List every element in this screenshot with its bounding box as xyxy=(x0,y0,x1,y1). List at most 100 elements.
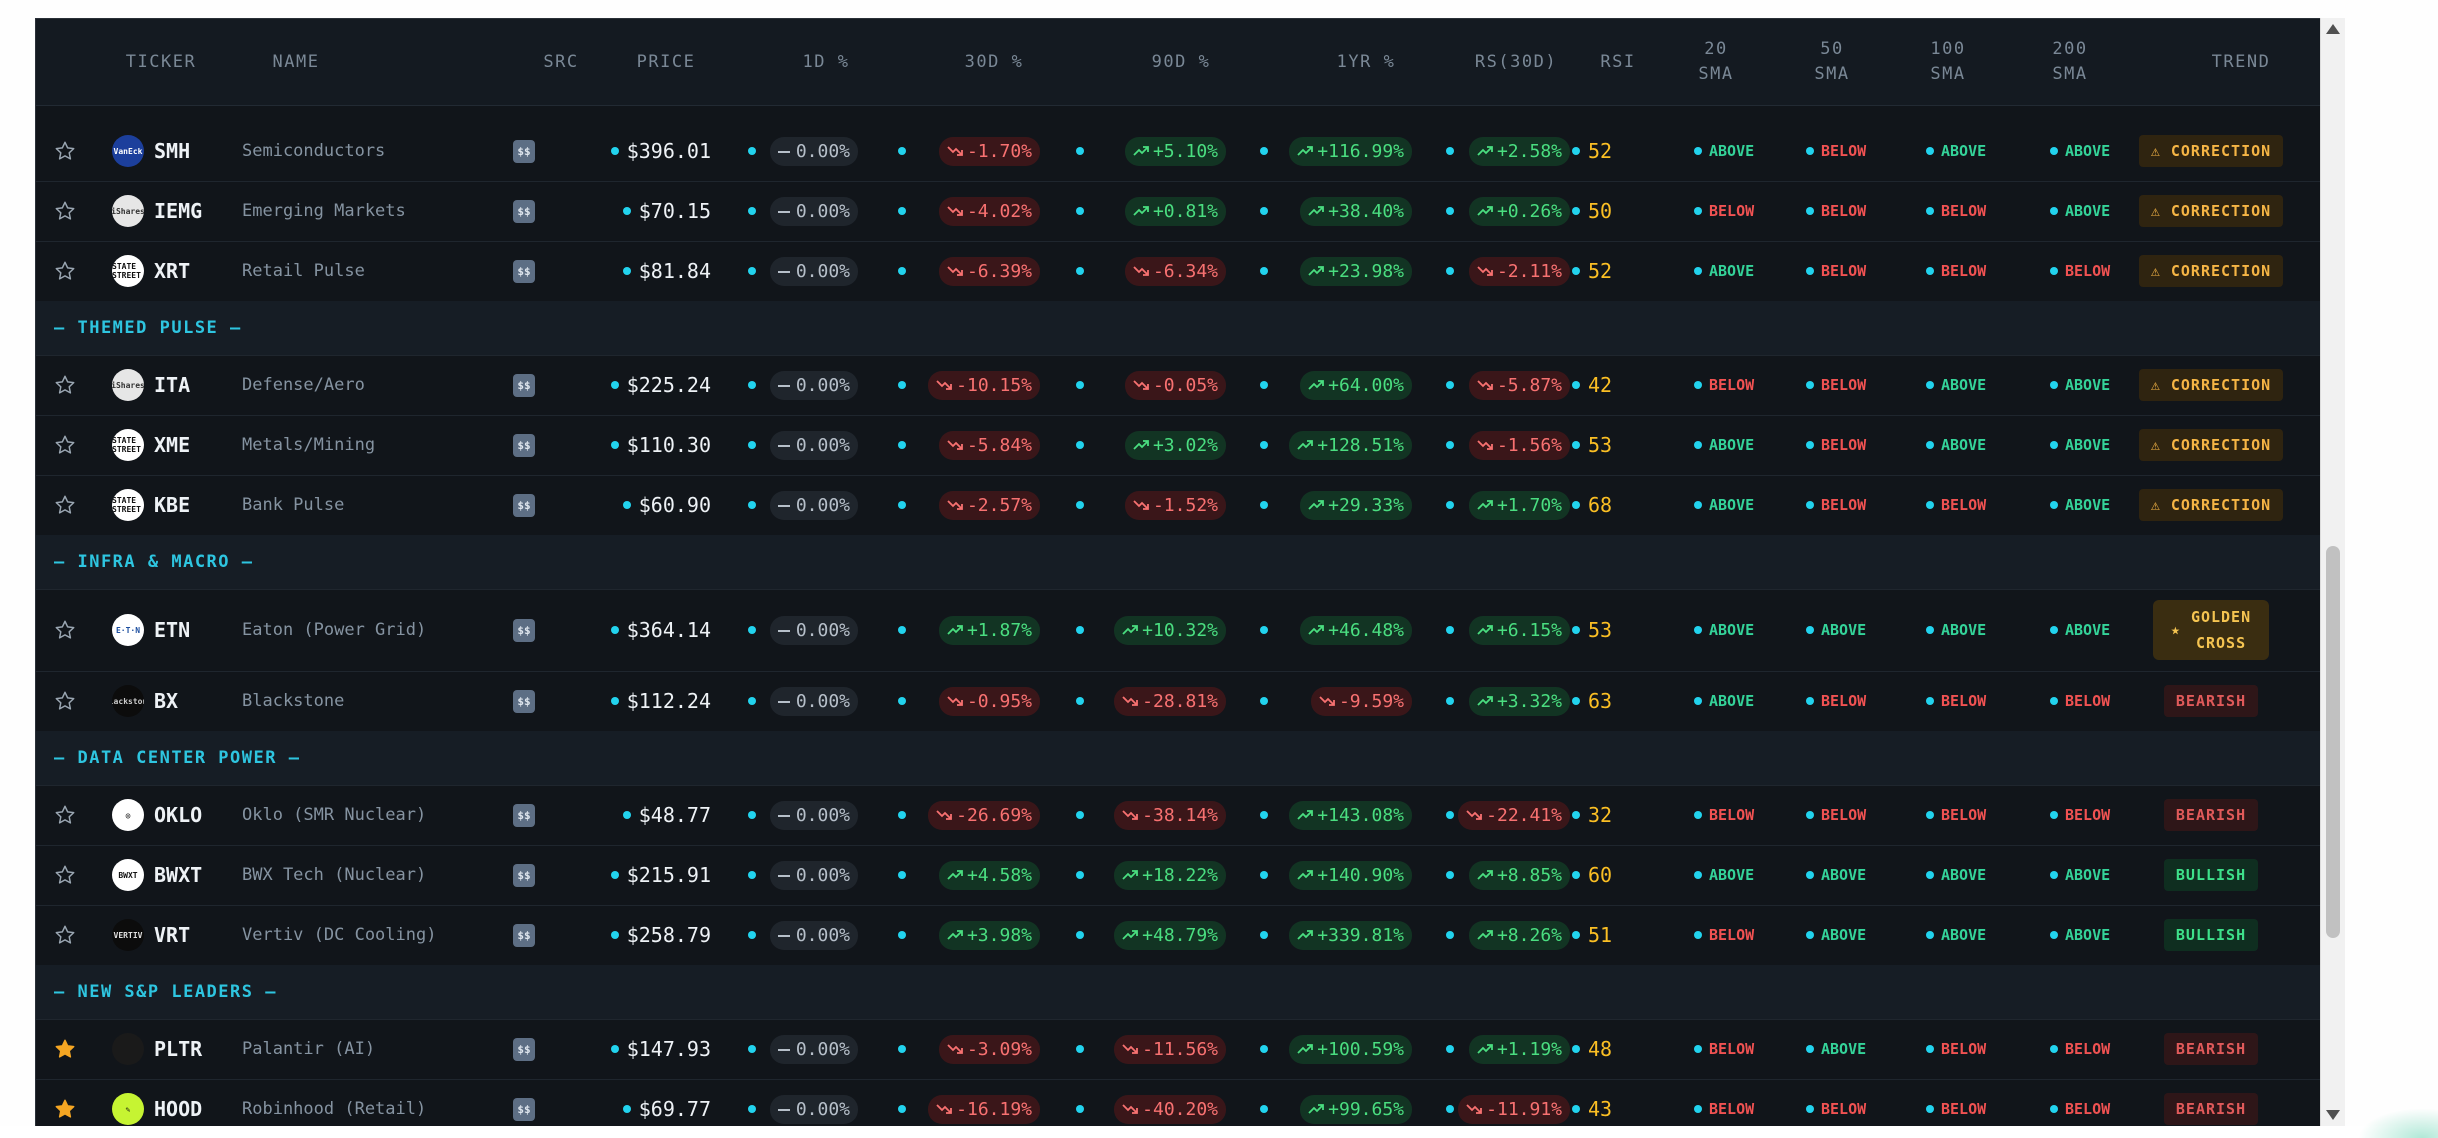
table-row[interactable]: PLTR Palantir (AI) $$ $147.93 0.00% -3.09% -11… xyxy=(36,1019,2320,1080)
table-row[interactable]: ✎ HOOD Robinhood (Retail) $$ $69.77 0.00% -16.… xyxy=(36,1079,2320,1127)
table-row[interactable]: VERTIV VRT Vertiv (DC Cooling) $$ $258.79 0.0… xyxy=(36,905,2320,966)
ticker-symbol[interactable]: XME xyxy=(154,415,234,475)
source-badge[interactable]: $$ xyxy=(513,1037,535,1061)
source-badge[interactable]: $$ xyxy=(513,259,535,283)
table-row[interactable]: STATE STREET XME Metals/Mining $$ $110.30 0.0… xyxy=(36,415,2320,476)
source-badge[interactable]: $$ xyxy=(513,863,535,887)
ticker-symbol[interactable]: BX xyxy=(154,671,234,731)
live-indicator-dot xyxy=(2050,697,2058,705)
table-row[interactable]: BWXT BWXT BWX Tech (Nuclear) $$ $215.91 0.00%… xyxy=(36,845,2320,906)
live-indicator-dot xyxy=(610,147,619,155)
sma-status-sma100: ABOVE xyxy=(1926,905,1986,965)
column-header-0[interactable]: TICKER xyxy=(106,19,216,105)
column-header-3[interactable]: PRICE xyxy=(626,19,706,105)
live-indicator-dot xyxy=(1572,1045,1580,1053)
sma-status-text: BELOW xyxy=(1941,262,1987,280)
ticker-symbol[interactable]: OKLO xyxy=(154,785,234,845)
ticker-symbol[interactable]: KBE xyxy=(154,475,234,535)
favorite-star-icon[interactable] xyxy=(53,845,77,905)
column-header-8[interactable]: RS(30D) xyxy=(1456,19,1576,105)
sma-status-text: ABOVE xyxy=(2065,496,2111,514)
column-header-14[interactable]: TREND xyxy=(2156,19,2320,105)
column-header-9[interactable]: RSI xyxy=(1588,19,1648,105)
table-row[interactable]: E·T·N ETN Eaton (Power Grid) $$ $364.14 0.00%… xyxy=(36,589,2320,672)
sma-status-text: BELOW xyxy=(1821,376,1867,394)
security-name: Metals/Mining xyxy=(242,435,376,455)
source-badge[interactable]: $$ xyxy=(513,689,535,713)
change-pill-d30: -6.39% xyxy=(938,256,1040,286)
favorite-star-icon[interactable] xyxy=(53,589,77,671)
favorite-star-icon[interactable] xyxy=(53,415,77,475)
change-pill-d1: 0.00% xyxy=(769,615,858,645)
column-header-1[interactable]: NAME xyxy=(236,19,356,105)
source-cell: $$ xyxy=(508,355,540,415)
source-badge[interactable]: $$ xyxy=(513,493,535,517)
column-header-7[interactable]: 1YR % xyxy=(1276,19,1456,105)
favorite-star-filled-icon[interactable] xyxy=(53,1019,77,1079)
source-badge[interactable]: $$ xyxy=(513,1097,535,1121)
ticker-symbol[interactable]: PLTR xyxy=(154,1019,234,1079)
favorite-star-icon[interactable] xyxy=(53,121,77,181)
column-header-5[interactable]: 30D % xyxy=(914,19,1074,105)
source-badge[interactable]: $$ xyxy=(513,618,535,642)
table-row[interactable]: VanEck SMH Semiconductors $$ $396.01 0.00% -1.… xyxy=(36,121,2320,182)
pct-cell-y1: +64.00% xyxy=(1260,355,1412,415)
column-header-2[interactable]: SRC xyxy=(528,19,594,105)
pct-cell-d90: +18.22% xyxy=(1076,845,1226,905)
favorite-star-icon[interactable] xyxy=(53,181,77,241)
sma-status-sma50: BELOW xyxy=(1806,181,1866,241)
source-badge[interactable]: $$ xyxy=(513,373,535,397)
column-header-4[interactable]: 1D % xyxy=(751,19,901,105)
change-value: +3.32% xyxy=(1496,690,1562,712)
source-badge[interactable]: $$ xyxy=(513,139,535,163)
favorite-star-icon[interactable] xyxy=(53,785,77,845)
ticker-symbol[interactable]: SMH xyxy=(154,121,234,181)
ticker-symbol[interactable]: VRT xyxy=(154,905,234,965)
ticker-symbol[interactable]: BWXT xyxy=(154,845,234,905)
scrollbar-thumb[interactable] xyxy=(2326,546,2340,938)
table-row[interactable]: iShares ITA Defense/Aero $$ $225.24 0.00% -10.… xyxy=(36,355,2320,416)
change-value: 0.00% xyxy=(795,924,850,946)
source-badge[interactable]: $$ xyxy=(513,199,535,223)
source-badge[interactable]: $$ xyxy=(513,923,535,947)
vertical-scrollbar[interactable] xyxy=(2320,18,2345,1126)
pct-cell-rs: +8.85% xyxy=(1446,845,1570,905)
source-badge[interactable]: $$ xyxy=(513,433,535,457)
column-header-6[interactable]: 90D % xyxy=(1096,19,1266,105)
column-header-12[interactable]: 100 SMA xyxy=(1908,19,1988,105)
change-value: 0.00% xyxy=(795,260,850,282)
sma-status-text: BELOW xyxy=(1709,926,1755,944)
ticker-symbol[interactable]: ITA xyxy=(154,355,234,415)
favorite-star-filled-icon[interactable] xyxy=(53,1079,77,1127)
sma-status-text: ABOVE xyxy=(1821,621,1867,639)
ticker-symbol[interactable]: HOOD xyxy=(154,1079,234,1127)
favorite-star-icon[interactable] xyxy=(53,475,77,535)
table-row[interactable]: Blackstone BX Blackstone $$ $112.24 0.00% -0.9… xyxy=(36,671,2320,732)
live-indicator-dot xyxy=(1694,626,1702,634)
table-row[interactable]: STATE STREET KBE Bank Pulse $$ $60.90 0.00% -2… xyxy=(36,475,2320,536)
column-header-13[interactable]: 200 SMA xyxy=(2030,19,2110,105)
scroll-down-arrow-icon[interactable] xyxy=(2326,1110,2340,1120)
live-indicator-dot xyxy=(622,811,631,819)
live-indicator-dot xyxy=(1260,501,1268,509)
sma-status-sma200: BELOW xyxy=(2050,671,2110,731)
column-header-10[interactable]: 20 SMA xyxy=(1676,19,1756,105)
ticker-symbol[interactable]: IEMG xyxy=(154,181,234,241)
ticker-symbol[interactable]: XRT xyxy=(154,241,234,301)
sma-status-text: BELOW xyxy=(1709,1100,1755,1118)
column-header-11[interactable]: 50 SMA xyxy=(1792,19,1872,105)
ticker-symbol[interactable]: ETN xyxy=(154,589,234,671)
live-indicator-dot xyxy=(622,1105,631,1113)
change-value: -1.70% xyxy=(966,140,1032,162)
trend-cell: BEARISH xyxy=(2126,671,2296,731)
source-badge[interactable]: $$ xyxy=(513,803,535,827)
scroll-up-arrow-icon[interactable] xyxy=(2326,24,2340,34)
table-row[interactable]: ◎ OKLO Oklo (SMR Nuclear) $$ $48.77 0.00% -26.… xyxy=(36,785,2320,846)
favorite-star-icon[interactable] xyxy=(53,241,77,301)
favorite-star-icon[interactable] xyxy=(53,671,77,731)
favorite-star-icon[interactable] xyxy=(53,355,77,415)
table-row[interactable]: STATE STREET XRT Retail Pulse $$ $81.84 0.00%… xyxy=(36,241,2320,302)
trend-cell: ⚠ CORRECTION xyxy=(2126,181,2296,241)
favorite-star-icon[interactable] xyxy=(53,905,77,965)
table-row[interactable]: iShares IEMG Emerging Markets $$ $70.15 0.00%… xyxy=(36,181,2320,242)
